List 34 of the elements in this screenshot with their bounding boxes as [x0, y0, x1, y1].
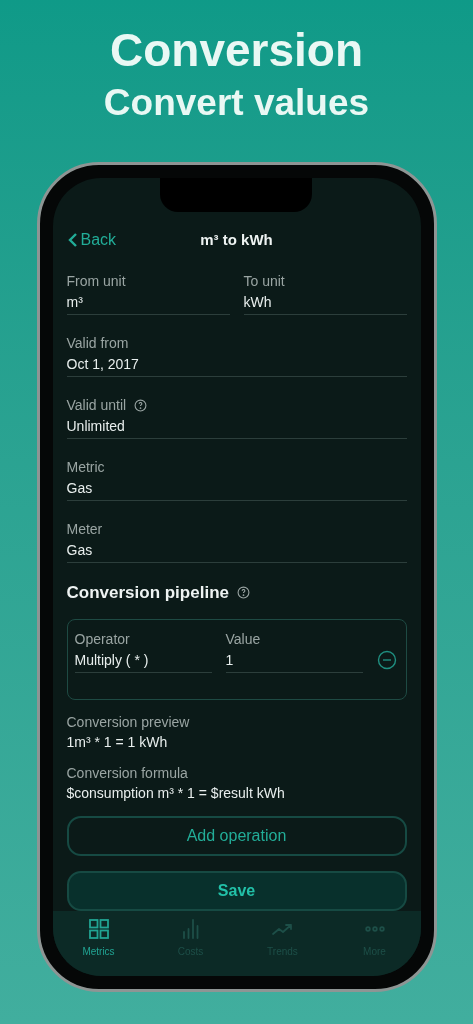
input-field[interactable]: m³: [66, 293, 230, 315]
field-label: Meter: [66, 520, 103, 538]
screen-title: m³ to kWh: [200, 229, 273, 250]
info-value: 1m³ * 1 = 1 kWh: [66, 732, 169, 751]
field-label: Metric: [66, 458, 105, 476]
field-label: Operator: [74, 629, 130, 648]
input-field[interactable]: Gas: [66, 541, 407, 563]
info-value: $consumption m³ * 1 = $result kWh: [66, 783, 286, 802]
add-operation-button[interactable]: Add operation: [66, 815, 407, 856]
input-field[interactable]: kWh: [243, 293, 407, 315]
save-button[interactable]: Save: [66, 870, 407, 911]
input-field[interactable]: Unlimited: [66, 417, 407, 439]
help-icon[interactable]: [134, 398, 148, 412]
chevron-left-icon: [66, 232, 79, 248]
more-icon: [362, 924, 387, 933]
field-label: Value: [225, 629, 261, 648]
grid-icon: [86, 916, 111, 941]
field-label: Valid until: [66, 396, 127, 414]
info-label: Conversion formula: [66, 763, 189, 782]
headline: Conversion: [109, 23, 363, 78]
field-label: From unit: [66, 272, 126, 290]
help-icon[interactable]: [237, 586, 250, 600]
remove-icon[interactable]: [376, 650, 397, 670]
input-field[interactable]: Multiply ( * ): [74, 650, 212, 673]
info-label: Conversion preview: [66, 712, 191, 731]
field-label: To unit: [243, 272, 285, 290]
field-label: Valid from: [66, 334, 129, 352]
input-field[interactable]: Gas: [66, 479, 407, 501]
back-button[interactable]: Back: [66, 228, 117, 252]
section-title: Conversion pipeline: [66, 582, 229, 604]
subheadline: Convert values: [103, 81, 370, 125]
input-field[interactable]: 1: [225, 650, 363, 673]
tab[interactable]: Metrics: [52, 916, 145, 966]
input-field[interactable]: Oct 1, 2017: [66, 355, 407, 377]
